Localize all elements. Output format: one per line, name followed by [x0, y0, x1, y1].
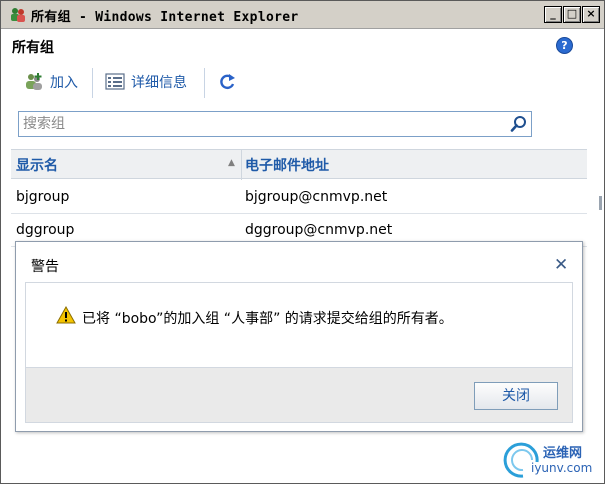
alert-dialog: 警告 ✕ 已将 “bobo”的加入组 “人事部” 的请求提交给组的所有者。 关闭 [15, 241, 583, 432]
scrollbar-fragment [599, 196, 602, 210]
details-icon [105, 73, 125, 90]
add-label: 加入 [50, 75, 78, 91]
dialog-title: 警告 [31, 259, 59, 275]
window-title: 所有组 - Windows Internet Explorer [31, 10, 299, 25]
search-icon[interactable] [510, 115, 528, 133]
page-header: 所有组 ? [2, 30, 603, 62]
watermark-url: iyunv.com [531, 461, 593, 475]
column-divider[interactable] [241, 150, 242, 180]
table-row[interactable]: bjgroup bjgroup@cnmvp.net [11, 181, 587, 214]
close-dialog-button[interactable]: 关闭 [474, 382, 558, 410]
row-email: dggroup@cnmvp.net [245, 222, 393, 238]
details-label: 详细信息 [131, 75, 187, 91]
search-box [18, 111, 532, 137]
search-input[interactable] [23, 115, 503, 133]
toolbar-divider [92, 68, 93, 98]
toolbar: 加入 详细信息 [2, 62, 603, 102]
row-display-name: dggroup [16, 222, 75, 238]
page-title: 所有组 [12, 40, 54, 56]
group-icon [11, 8, 25, 22]
warning-icon [56, 306, 76, 324]
close-button[interactable]: × [582, 6, 600, 23]
add-button[interactable]: 加入 [24, 70, 78, 94]
watermark-logo: 运维网 iyunv.com [503, 434, 603, 482]
title-bar[interactable]: 所有组 - Windows Internet Explorer _ □ × [1, 1, 604, 29]
maximize-button[interactable]: □ [563, 6, 581, 23]
refresh-button[interactable] [218, 70, 242, 94]
minimize-button[interactable]: _ [544, 6, 562, 23]
row-email: bjgroup@cnmvp.net [245, 189, 388, 205]
column-header-email[interactable]: 电子邮件地址 [245, 155, 329, 175]
dialog-footer: 关闭 [25, 368, 573, 423]
close-icon[interactable]: ✕ [554, 255, 568, 275]
watermark-text: 运维网 [543, 446, 583, 461]
dialog-body: 已将 “bobo”的加入组 “人事部” 的请求提交给组的所有者。 [25, 282, 573, 368]
sort-ascending-icon[interactable]: ▲ [228, 158, 235, 168]
column-header-display-name[interactable]: 显示名 [16, 155, 58, 175]
details-button[interactable]: 详细信息 [105, 70, 187, 94]
table-header: 显示名 ▲ 电子邮件地址 [11, 149, 587, 180]
ie-window: 所有组 - Windows Internet Explorer _ □ × 所有… [0, 0, 605, 484]
add-user-icon [26, 73, 42, 90]
dialog-message: 已将 “bobo”的加入组 “人事部” 的请求提交给组的所有者。 [82, 311, 453, 327]
row-display-name: bjgroup [16, 189, 70, 205]
toolbar-divider [204, 68, 205, 98]
help-icon[interactable]: ? [556, 37, 573, 54]
refresh-icon [220, 74, 235, 90]
